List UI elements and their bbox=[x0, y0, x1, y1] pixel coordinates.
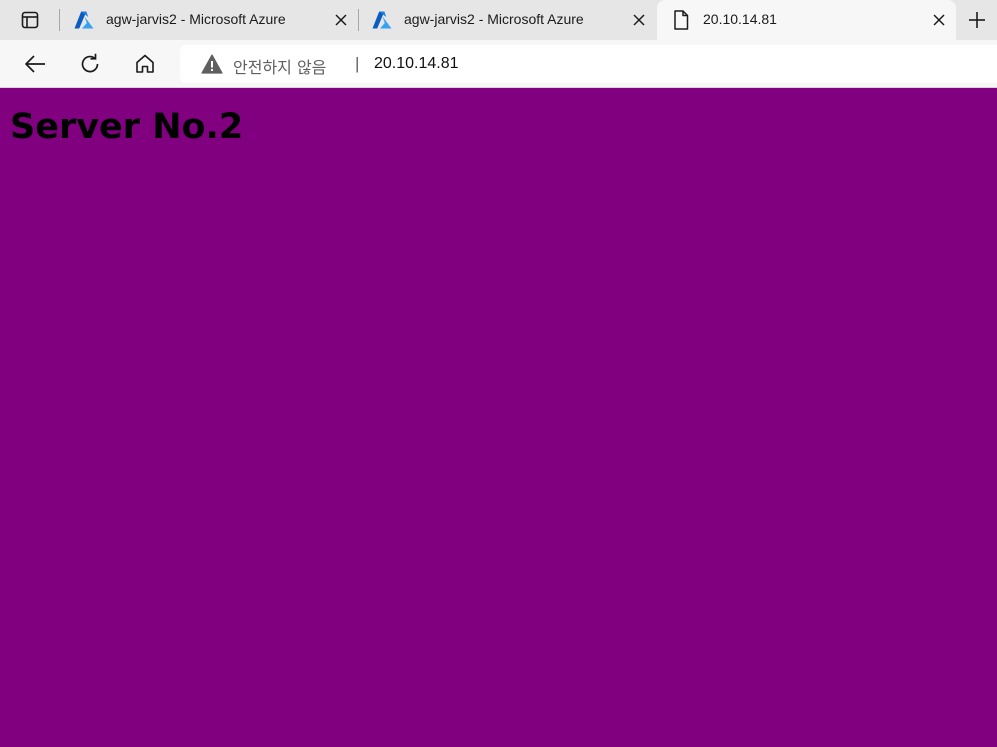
new-tab-button[interactable] bbox=[962, 8, 992, 32]
close-icon[interactable] bbox=[932, 13, 946, 27]
tab-actions-icon bbox=[21, 11, 39, 29]
tab-active-page[interactable]: 20.10.14.81 bbox=[657, 0, 956, 40]
tab-title: 20.10.14.81 bbox=[703, 11, 777, 27]
azure-icon bbox=[372, 11, 392, 29]
tab-azure-2[interactable]: agw-jarvis2 - Microsoft Azure bbox=[358, 0, 656, 40]
address-separator: | bbox=[355, 54, 360, 73]
home-icon bbox=[136, 54, 154, 73]
refresh-icon bbox=[81, 53, 99, 73]
close-icon[interactable] bbox=[632, 13, 646, 27]
security-status-label[interactable]: 안전하지 않음 bbox=[233, 54, 326, 78]
back-button[interactable] bbox=[22, 52, 48, 76]
tab-actions-button[interactable] bbox=[12, 8, 48, 32]
tab-azure-1[interactable]: agw-jarvis2 - Microsoft Azure bbox=[60, 0, 358, 40]
plus-icon bbox=[969, 12, 985, 28]
address-bar[interactable]: 안전하지 않음 | 20.10.14.81 bbox=[180, 45, 997, 83]
back-arrow-icon bbox=[25, 55, 45, 73]
home-button[interactable] bbox=[132, 52, 158, 76]
page-heading: Server No.2 bbox=[10, 107, 244, 147]
warning-icon[interactable] bbox=[201, 54, 223, 74]
url-text[interactable]: 20.10.14.81 bbox=[374, 55, 459, 73]
tab-strip: agw-jarvis2 - Microsoft Azure agw-jarvis… bbox=[0, 0, 997, 40]
tab-title: agw-jarvis2 - Microsoft Azure bbox=[404, 11, 584, 27]
tab-title: agw-jarvis2 - Microsoft Azure bbox=[106, 11, 286, 27]
browser-toolbar: 안전하지 않음 | 20.10.14.81 bbox=[0, 40, 997, 88]
close-icon[interactable] bbox=[334, 13, 348, 27]
azure-icon bbox=[74, 11, 94, 29]
page-icon bbox=[674, 10, 689, 30]
refresh-button[interactable] bbox=[77, 52, 103, 76]
page-content: Server No.2 bbox=[0, 89, 997, 747]
